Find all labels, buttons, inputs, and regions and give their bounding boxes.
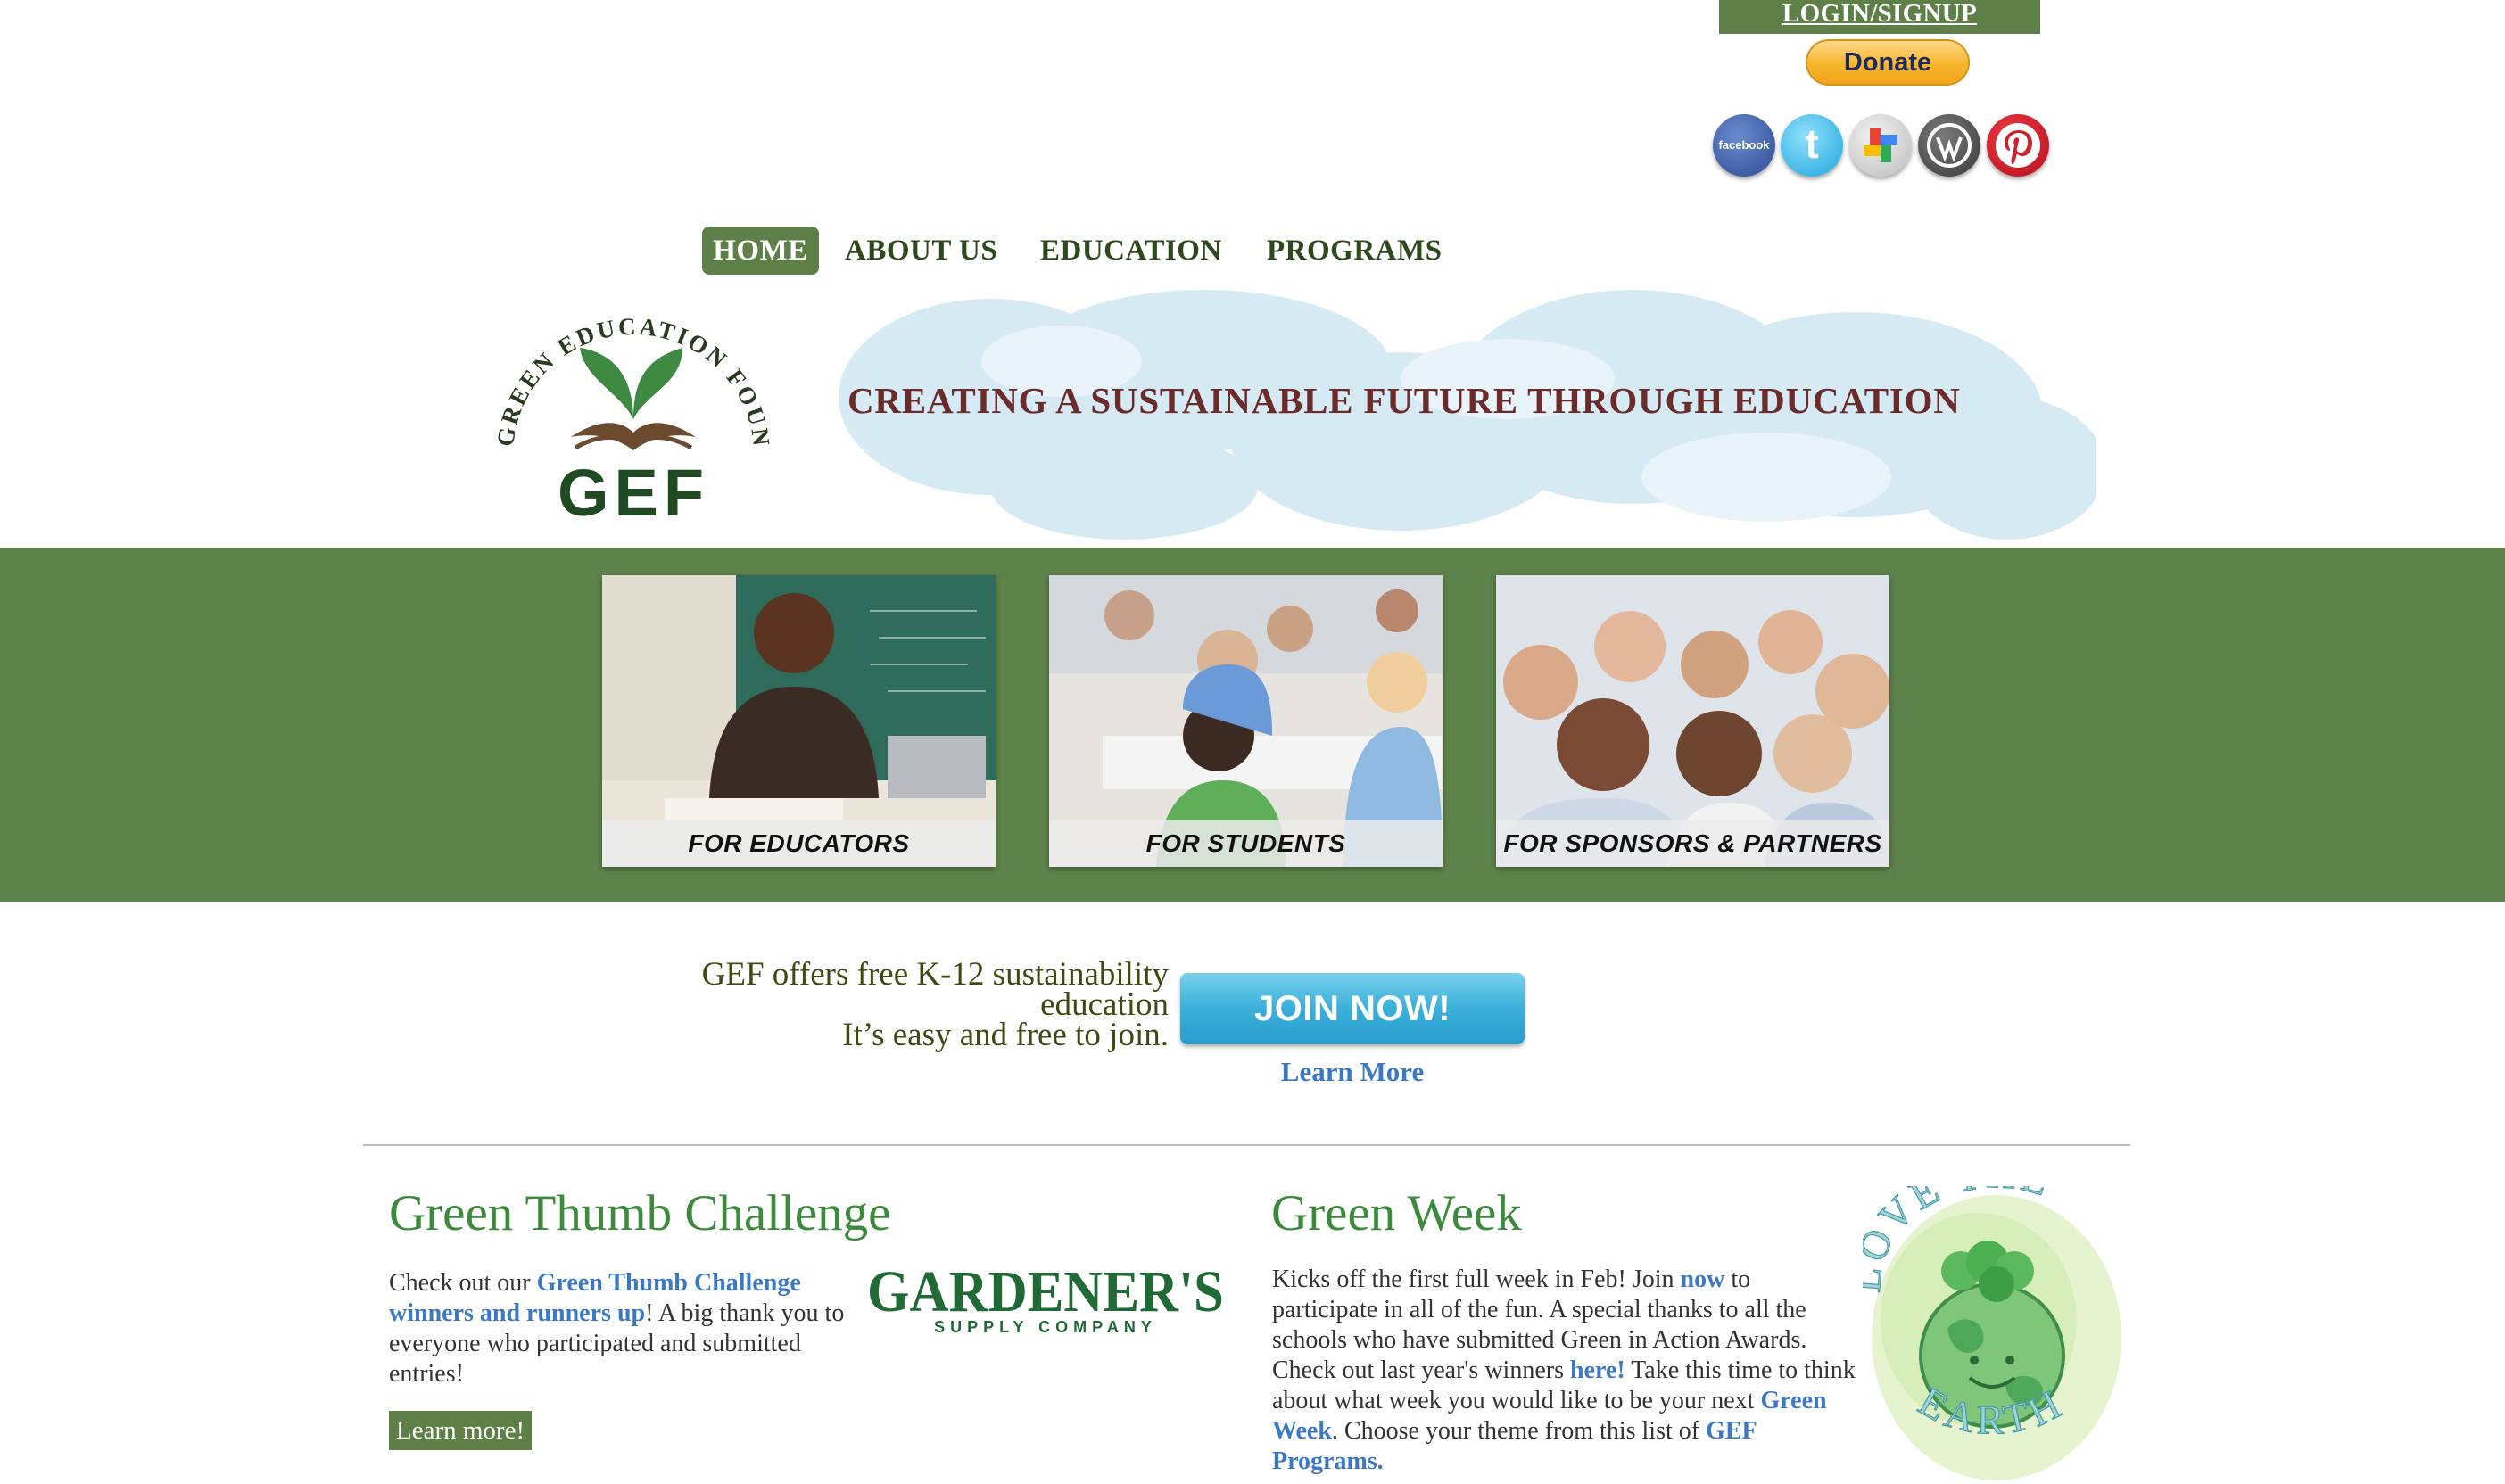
gw-text-4: . Choose your theme from this list of [1331, 1417, 1707, 1445]
logo-gef-text: GEF [558, 456, 709, 526]
gardeners-supply-logo[interactable]: GARDENER'S SUPPLY COMPANY [865, 1265, 1227, 1336]
join-now-button[interactable]: JOIN NOW! [1180, 973, 1525, 1044]
join-line-1: GEF offers free K-12 sustainability [701, 956, 1169, 993]
gef-logo: GREEN EDUCATION FOUNDATION GEF [486, 285, 775, 526]
sponsor-sub: SUPPLY COMPANY [934, 1318, 1157, 1336]
green-week-body: Kicks off the first full week in Feb! Jo… [1272, 1265, 1856, 1477]
nav-home[interactable]: HOME [702, 227, 819, 275]
card-label-students: FOR STUDENTS [1049, 820, 1443, 867]
green-week-title: Green Week [1271, 1185, 1522, 1241]
logo-arc-text: GREEN EDUCATION FOUNDATION [486, 285, 775, 450]
join-line-2: education [1040, 986, 1169, 1023]
gw-now-link[interactable]: now [1681, 1266, 1725, 1293]
sponsor-name: GARDENER'S [867, 1265, 1224, 1324]
section-divider [363, 1144, 2130, 1146]
card-for-sponsors-partners[interactable]: FOR SPONSORS & PARTNERS [1496, 575, 1889, 867]
join-pitch: GEF offers free K-12 sustainability educ… [589, 956, 1169, 1053]
gtc-text-1: Check out our [389, 1269, 537, 1297]
wordpress-icon[interactable] [1918, 114, 1980, 177]
card-for-students[interactable]: FOR STUDENTS [1049, 575, 1443, 867]
learn-more-link[interactable]: Learn More [1180, 1056, 1525, 1088]
green-thumb-title: Green Thumb Challenge [389, 1185, 891, 1241]
join-line-3: It’s easy and free to join. [842, 1017, 1169, 1053]
pinterest-icon[interactable] [1987, 114, 2049, 177]
card-label-sponsors: FOR SPONSORS & PARTNERS [1496, 820, 1889, 867]
card-label-educators: FOR EDUCATORS [602, 820, 996, 867]
login-signup-link[interactable]: LOGIN/SIGNUP [1719, 0, 2040, 34]
gw-text-1: Kicks off the first full week in Feb! Jo… [1272, 1266, 1681, 1293]
facebook-icon[interactable]: facebook [1713, 114, 1775, 177]
tagline: CREATING A SUSTAINABLE FUTURE THROUGH ED… [847, 380, 1961, 421]
donate-button[interactable]: Donate [1806, 39, 1970, 86]
gw-here-link[interactable]: here! [1570, 1356, 1625, 1384]
love-the-earth-image: LOVE THE EARTH [1863, 1186, 2121, 1480]
green-thumb-learn-more-button[interactable]: Learn more! [389, 1411, 533, 1450]
green-thumb-body: Check out our Green Thumb Challenge winn… [389, 1268, 871, 1389]
google-plus-icon[interactable] [1849, 114, 1912, 177]
card-for-educators[interactable]: FOR EDUCATORS [602, 575, 996, 867]
twitter-icon[interactable]: t [1781, 114, 1843, 177]
